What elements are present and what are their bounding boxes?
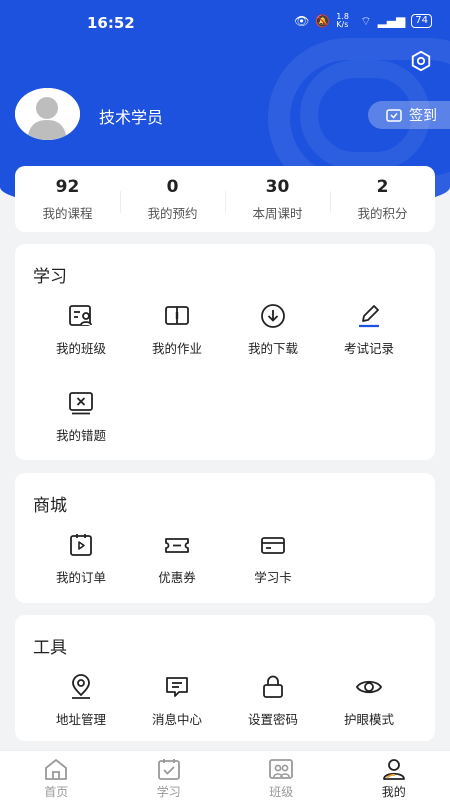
stat-value: 92 [55,176,80,197]
group-icon [269,759,294,779]
stat-my-appointments[interactable]: 0 我的预约 [120,177,225,222]
item-label: 我的班级 [55,341,106,356]
status-bar: 16:52 👁 🔕 1.8 K/s ⌔ ▂▄▆ 74 [0,0,450,44]
eye-status-icon: 👁 [294,14,310,28]
user-icon [382,759,405,780]
wifi-icon: ⌔ [360,13,372,28]
stat-weekly-hours[interactable]: 30 本周课时 [225,177,330,222]
item-label: 护眼模式 [343,712,394,727]
status-icons: 👁 🔕 1.8 K/s ⌔ ▂▄▆ 74 [294,13,432,29]
signin-icon [386,109,402,122]
stat-label: 我的预约 [147,205,198,221]
address-management-item[interactable]: 地址管理 [33,673,129,728]
coupon-icon [165,538,189,553]
item-label: 我的作业 [151,341,202,356]
username: 技术学员 [99,108,164,127]
my-homework-item[interactable]: 我的作业 [129,302,225,357]
item-label: 消息中心 [151,712,202,727]
stat-label: 我的课程 [42,205,93,221]
eye-protection-item[interactable]: 护眼模式 [321,673,417,728]
item-label: 设置密码 [247,712,298,727]
study-card-item[interactable]: 学习卡 [225,531,321,586]
signin-button[interactable]: 签到 [368,101,450,129]
stat-my-courses[interactable]: 92 我的课程 [15,177,120,222]
location-icon [72,674,90,699]
tab-home[interactable]: 首页 [0,751,113,800]
stat-value: 0 [166,176,179,197]
home-icon [45,759,68,780]
my-orders-item[interactable]: 我的订单 [33,531,129,586]
my-download-item[interactable]: 我的下载 [225,302,321,357]
stat-label: 本周课时 [252,205,303,221]
tools-section: 工具 地址管理 消息中心 设置密码 护眼模式 [15,615,435,741]
message-icon [166,677,188,697]
settings-button[interactable] [408,48,434,74]
section-title: 商城 [33,496,67,516]
set-password-item[interactable]: 设置密码 [225,673,321,728]
item-label: 地址管理 [55,712,106,727]
download-icon [261,304,285,328]
battery-icon: 74 [411,14,432,28]
item-label: 优惠券 [158,570,196,585]
wrong-questions-item[interactable]: 我的错题 [33,389,129,444]
avatar[interactable] [15,88,80,140]
stats-card: 92 我的课程 0 我的预约 30 本周课时 2 我的积分 [15,166,435,232]
book-icon [165,306,189,325]
section-title: 学习 [33,267,67,287]
signal-icon: ▂▄▆ [377,14,406,28]
tab-class[interactable]: 班级 [225,751,338,800]
stat-value: 30 [265,176,290,197]
mall-section: 商城 我的订单 优惠券 学习卡 [15,473,435,603]
net-speed: 1.8 K/s [336,12,350,29]
calendar-icon [157,759,180,780]
section-title: 工具 [33,638,67,658]
eye-icon [355,680,383,694]
status-time: 16:52 [87,14,135,32]
stat-my-points[interactable]: 2 我的积分 [330,177,435,222]
my-class-item[interactable]: 我的班级 [33,302,129,357]
mute-status-icon: 🔕 [315,14,331,28]
order-icon [70,534,92,556]
tab-label: 学习 [156,785,181,799]
item-label: 我的错题 [55,428,106,443]
bottom-tab-bar: 首页 学习 班级 我的 [0,750,450,800]
stat-label: 我的积分 [357,205,408,221]
item-label: 考试记录 [343,341,394,356]
stat-value: 2 [376,176,389,197]
message-center-item[interactable]: 消息中心 [129,673,225,728]
lock-icon [263,675,283,698]
item-label: 学习卡 [254,570,292,585]
edit-icon [359,305,379,328]
tab-label: 班级 [269,785,294,799]
item-label: 我的下载 [247,341,298,356]
tab-mine[interactable]: 我的 [338,751,450,800]
item-label: 我的订单 [55,570,106,585]
exam-record-item[interactable]: 考试记录 [321,302,417,357]
class-icon [69,305,92,326]
settings-icon [411,50,431,72]
default-avatar-icon [15,88,80,140]
card-icon [261,537,285,554]
coupon-item[interactable]: 优惠券 [129,531,225,586]
tab-label: 首页 [44,785,69,799]
wrong-question-icon [69,392,93,415]
signin-label: 签到 [409,108,437,124]
tab-study[interactable]: 学习 [113,751,226,800]
study-section: 学习 我的班级 我的作业 我的下载 考试记录 我的错题 [15,244,435,460]
tab-label: 我的 [381,785,406,799]
